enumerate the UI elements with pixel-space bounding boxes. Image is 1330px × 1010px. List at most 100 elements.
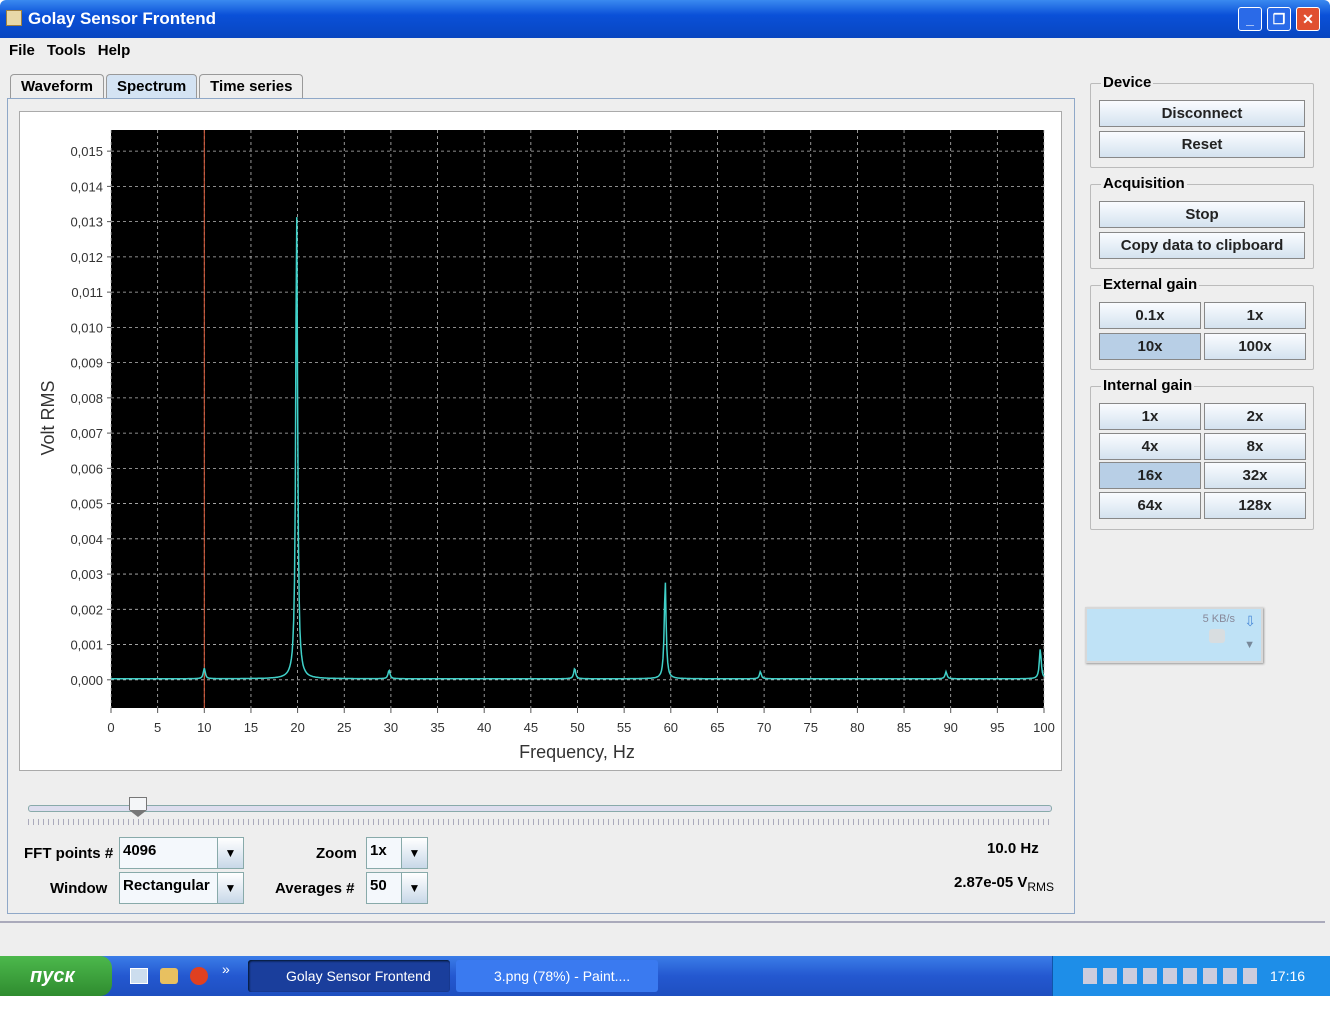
slider-ticks — [28, 819, 1052, 825]
y-tick-label: 0,009 — [70, 356, 103, 371]
download-arrow-icon: ⇩ — [1244, 613, 1256, 629]
int-gain-64x-button[interactable]: 64x — [1099, 492, 1201, 519]
x-tick-label: 15 — [244, 720, 258, 735]
status-divider — [0, 921, 1325, 923]
window-select[interactable]: Rectangular ▼ — [119, 872, 244, 904]
x-tick-label: 80 — [850, 720, 864, 735]
tab-bar: Waveform Spectrum Time series — [10, 74, 305, 98]
quicklaunch-icon[interactable] — [160, 968, 178, 984]
y-tick-label: 0,015 — [70, 144, 103, 159]
x-tick-label: 0 — [107, 720, 114, 735]
frequency-slider[interactable] — [28, 789, 1053, 829]
chevron-down-icon[interactable]: ▼ — [1244, 639, 1255, 651]
external-gain-group: External gain 0.1x 1x 10x 100x — [1090, 276, 1314, 370]
chart-svg: 0,000 0,001 0,002 0,003 0,004 0,005 0,006 0,007… — [38, 130, 1055, 762]
minimize-button[interactable]: _ — [1238, 7, 1262, 31]
chevron-down-icon[interactable]: ▼ — [217, 873, 243, 903]
fft-points-select[interactable]: 4096 ▼ — [119, 837, 244, 869]
start-button[interactable]: пуск — [0, 956, 112, 996]
menu-tools[interactable]: Tools — [42, 38, 91, 64]
amplitude-readout: 2.87e-05 VRMS — [954, 874, 1054, 894]
y-tick-label: 0,014 — [70, 179, 103, 194]
zoom-label: Zoom — [316, 845, 357, 862]
ext-gain-0.1x-button[interactable]: 0.1x — [1099, 302, 1201, 329]
tab-waveform[interactable]: Waveform — [10, 74, 104, 98]
device-group-title: Device — [1101, 74, 1154, 91]
averages-label: Averages # — [275, 880, 355, 897]
device-group: Device Disconnect Reset — [1090, 74, 1314, 168]
internal-gain-group: Internal gain 1x 2x 4x 8x 16x 32x 64x 12… — [1090, 377, 1314, 530]
ext-gain-1x-button[interactable]: 1x — [1204, 302, 1306, 329]
x-tick-label: 40 — [477, 720, 491, 735]
int-gain-4x-button[interactable]: 4x — [1099, 433, 1201, 460]
x-tick-label: 25 — [337, 720, 351, 735]
int-gain-16x-button[interactable]: 16x — [1099, 462, 1201, 489]
system-tray: 17:16 — [1052, 956, 1330, 996]
acquisition-group: Acquisition Stop Copy data to clipboard — [1090, 175, 1314, 269]
int-gain-2x-button[interactable]: 2x — [1204, 403, 1306, 430]
java-app-icon — [6, 10, 22, 26]
y-tick-label: 0,003 — [70, 567, 103, 582]
menu-file[interactable]: File — [4, 38, 40, 64]
y-tick-label: 0,001 — [70, 638, 103, 653]
menu-help[interactable]: Help — [93, 38, 136, 64]
y-tick-label: 0,011 — [71, 285, 103, 300]
x-axis-label: Frequency, Hz — [519, 742, 635, 762]
browser-icon[interactable] — [190, 967, 208, 985]
chevron-down-icon[interactable]: ▼ — [401, 838, 427, 868]
stop-button[interactable]: Stop — [1099, 201, 1305, 228]
y-tick-label: 0,006 — [70, 461, 103, 476]
int-gain-8x-button[interactable]: 8x — [1204, 433, 1306, 460]
y-tick-label: 0,010 — [70, 320, 103, 335]
reset-button[interactable]: Reset — [1099, 131, 1305, 158]
x-tick-label: 75 — [804, 720, 818, 735]
external-gain-title: External gain — [1101, 276, 1200, 293]
int-gain-32x-button[interactable]: 32x — [1204, 462, 1306, 489]
maximize-button[interactable]: ❐ — [1267, 7, 1291, 31]
x-tick-label: 90 — [943, 720, 957, 735]
int-gain-1x-button[interactable]: 1x — [1099, 403, 1201, 430]
task-paint[interactable]: 3.png (78%) - Paint.... — [456, 960, 658, 992]
ext-gain-100x-button[interactable]: 100x — [1204, 333, 1306, 360]
clock: 17:16 — [1270, 968, 1306, 984]
acquisition-group-title: Acquisition — [1101, 175, 1187, 192]
zoom-select[interactable]: 1x ▼ — [366, 837, 428, 869]
ext-gain-10x-button[interactable]: 10x — [1099, 333, 1201, 360]
chevron-down-icon[interactable]: ▼ — [401, 873, 427, 903]
y-axis-label: Volt RMS — [38, 380, 58, 455]
amplitude-value: 2.87e-05 V — [954, 874, 1028, 891]
tab-time-series[interactable]: Time series — [199, 74, 304, 98]
task-golay-sensor[interactable]: Golay Sensor Frontend — [248, 960, 450, 992]
x-tick-label: 60 — [664, 720, 678, 735]
taskbar: пуск » Golay Sensor Frontend 3.png (78%)… — [0, 956, 1330, 996]
int-gain-128x-button[interactable]: 128x — [1204, 492, 1306, 519]
y-tick-label: 0,002 — [70, 602, 103, 617]
network-icon — [1209, 629, 1225, 643]
frequency-readout: 10.0 Hz — [987, 840, 1039, 857]
averages-select[interactable]: 50 ▼ — [366, 872, 428, 904]
spectrum-chart: 0,000 0,001 0,002 0,003 0,004 0,005 0,006 0,007… — [19, 111, 1062, 771]
x-tick-label: 55 — [617, 720, 631, 735]
y-tick-label: 0,012 — [70, 250, 103, 265]
show-desktop-icon[interactable] — [130, 968, 148, 984]
x-tick-label: 35 — [430, 720, 444, 735]
close-button[interactable]: ✕ — [1296, 7, 1320, 31]
screen-bottom — [0, 996, 1330, 1010]
app-client: File Tools Help Waveform Spectrum Time s… — [0, 38, 1330, 956]
y-tick-label: 0,004 — [70, 532, 103, 547]
x-tick-label: 30 — [384, 720, 398, 735]
network-meter-widget[interactable]: 5 KB/s ⇩ ▼ — [1085, 607, 1263, 663]
disconnect-button[interactable]: Disconnect — [1099, 100, 1305, 127]
x-tick-label: 5 — [154, 720, 161, 735]
network-rate: 5 KB/s — [1202, 613, 1235, 625]
tray-icons[interactable] — [1083, 968, 1263, 984]
y-tick-label: 0,008 — [70, 391, 103, 406]
x-tick-label: 20 — [290, 720, 304, 735]
tab-spectrum[interactable]: Spectrum — [105, 74, 198, 98]
window-label: Window — [50, 880, 108, 897]
spectrum-panel: 0,000 0,001 0,002 0,003 0,004 0,005 0,006 0,007… — [7, 98, 1075, 914]
quicklaunch-more[interactable]: » — [222, 961, 230, 977]
copy-to-clipboard-button[interactable]: Copy data to clipboard — [1099, 232, 1305, 259]
y-tick-label: 0,005 — [70, 497, 103, 512]
chevron-down-icon[interactable]: ▼ — [217, 838, 243, 868]
